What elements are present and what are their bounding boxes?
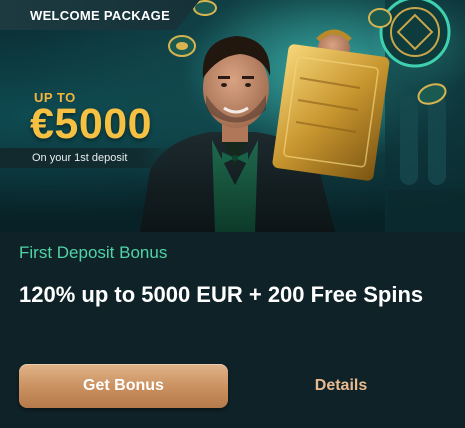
deposit-note-strip: On your 1st deposit <box>0 148 175 168</box>
offer-details: First Deposit Bonus 120% up to 5000 EUR … <box>0 232 465 428</box>
offer-subtitle: First Deposit Bonus <box>19 243 168 262</box>
get-bonus-button[interactable]: Get Bonus <box>19 364 228 408</box>
welcome-package-tag: WELCOME PACKAGE <box>0 0 200 30</box>
welcome-package-label: WELCOME PACKAGE <box>30 7 171 23</box>
casino-chip-icon <box>379 0 451 68</box>
deposit-note: On your 1st deposit <box>32 152 128 164</box>
chip-icon-3 <box>368 8 392 28</box>
details-button[interactable]: Details <box>300 364 382 408</box>
chip-icon-1 <box>168 35 196 57</box>
promo-card: WELCOME PACKAGE UP TO €5000 On your 1st … <box>0 0 465 428</box>
bonus-amount: €5000 <box>30 100 153 148</box>
offer-headline: 120% up to 5000 EUR + 200 Free Spins <box>19 282 424 307</box>
details-label: Details <box>314 377 368 394</box>
get-bonus-label: Get Bonus <box>83 377 164 394</box>
promo-banner: WELCOME PACKAGE UP TO €5000 On your 1st … <box>0 0 465 232</box>
